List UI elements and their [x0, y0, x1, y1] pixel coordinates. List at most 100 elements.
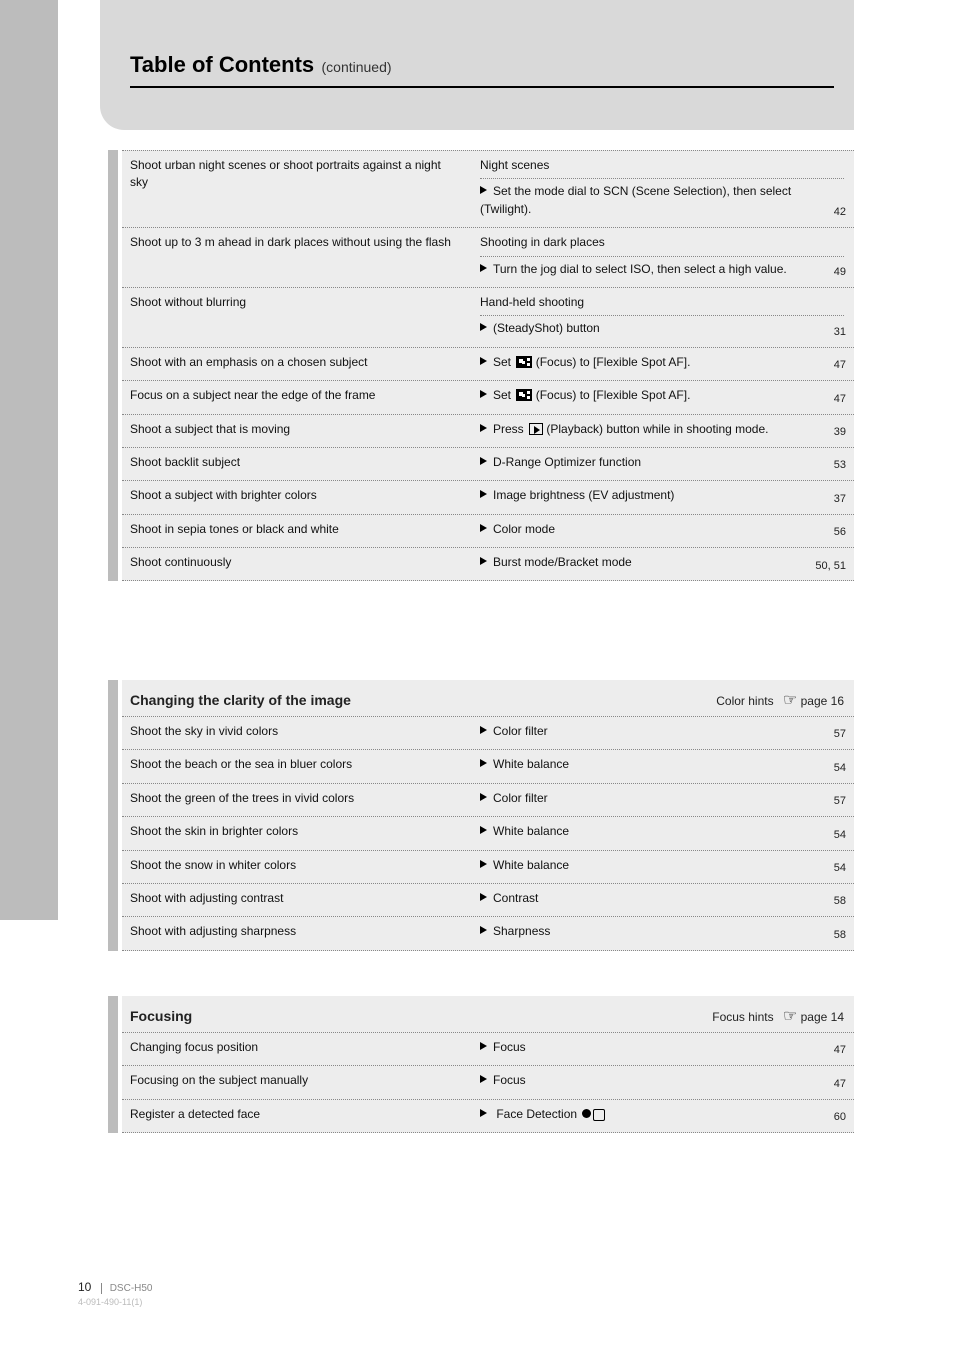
row-left-cell: Shoot continuously	[122, 548, 472, 580]
footer-page-number: 10 DSC-H50 4-091-490-11(1)	[78, 1280, 153, 1307]
table-row: Shoot a subject that is movingPress (Pla…	[122, 415, 854, 448]
row-right-line: Color filter	[480, 723, 844, 740]
row-left-cell: Shoot the green of the trees in vivid co…	[122, 784, 472, 816]
row-right-line: Burst mode/Bracket mode	[480, 554, 844, 571]
row-left-cell: Shoot with an emphasis on a chosen subje…	[122, 348, 472, 380]
page-ref: 54	[834, 828, 846, 844]
table-row: Shoot with an emphasis on a chosen subje…	[122, 348, 854, 381]
table-row: Shoot backlit subject D-Range Optimizer f…	[122, 448, 854, 481]
row-right-cell: Face Detection 60	[472, 1100, 854, 1132]
row-left-cell: Focusing on the subject manually	[122, 1066, 472, 1098]
table-row: Shoot a subject with brighter colorsImag…	[122, 481, 854, 514]
row-right-cell: Set (Focus) to [Flexible Spot AF].47	[472, 348, 854, 380]
arrow-icon	[480, 457, 487, 465]
arrow-icon	[480, 793, 487, 801]
row-right-cell: Focus47	[472, 1066, 854, 1098]
row-right-line: White balance	[480, 823, 844, 840]
row-left-cell: Shoot in sepia tones or black and white	[122, 515, 472, 547]
arrow-icon	[480, 390, 487, 398]
page-ref: 57	[834, 794, 846, 810]
row-text: White balance	[493, 757, 569, 771]
row-left-cell: Shoot a subject with brighter colors	[122, 481, 472, 513]
arrow-icon	[480, 264, 487, 272]
row-right-cell: White balance54	[472, 851, 854, 883]
hint-icon: ☞	[783, 692, 797, 709]
page-ref: 57	[834, 727, 846, 743]
row-text: (Focus) to [Flexible Spot AF].	[532, 388, 690, 402]
section-header-hint-text: Focus hints	[712, 1010, 777, 1024]
row-right-cell: Color filter57	[472, 717, 854, 749]
row-right-line: Shooting in dark places	[480, 234, 844, 256]
row-right-cell: Set (Focus) to [Flexible Spot AF].47	[472, 381, 854, 413]
row-text: Set	[493, 355, 514, 369]
row-left-cell: Shoot backlit subject	[122, 448, 472, 480]
row-right-cell: Image brightness (EV adjustment)37	[472, 481, 854, 513]
table-row: Shoot the skin in brighter colors White b…	[122, 817, 854, 850]
focusarea-icon	[516, 356, 532, 368]
block-body: Changing the clarity of the image Color h…	[122, 680, 854, 951]
page-ref: 60	[834, 1110, 846, 1126]
row-right-line: Set the mode dial to SCN (Scene Selectio…	[480, 183, 844, 218]
row-right-cell: Burst mode/Bracket mode 50, 51	[472, 548, 854, 580]
row-right-cell: Focus47	[472, 1033, 854, 1065]
table-row: Shoot continuouslyBurst mode/Bracket mod…	[122, 548, 854, 581]
title-row: Table of Contents (continued)	[130, 52, 834, 88]
page-ref: 37	[834, 492, 846, 508]
section-header-left: Focusing	[130, 1008, 192, 1024]
page-ref: 47	[834, 1043, 846, 1059]
page-ref: 42	[834, 205, 846, 221]
row-right-line: Color filter	[480, 790, 844, 807]
arrow-icon	[480, 490, 487, 498]
row-left-cell: Shoot with adjusting contrast	[122, 884, 472, 916]
block-accent-bar	[108, 150, 118, 581]
row-right-line: Hand-held shooting	[480, 294, 844, 316]
row-left-cell: Register a detected face	[122, 1100, 472, 1132]
arrow-icon	[480, 726, 487, 734]
row-right-line: Set (Focus) to [Flexible Spot AF].	[480, 354, 844, 371]
row-right-cell: Contrast 58	[472, 884, 854, 916]
table-row: Shoot urban night scenes or shoot portra…	[122, 150, 854, 228]
page-number: 10	[78, 1280, 91, 1294]
section-header-left: Changing the clarity of the image	[130, 692, 351, 708]
arrow-icon	[480, 524, 487, 532]
arrow-icon	[480, 557, 487, 565]
row-right-line: (SteadyShot) button	[480, 320, 844, 337]
hint-icon: ☞	[783, 1008, 797, 1025]
row-right-line: Press (Playback) button while in shootin…	[480, 421, 844, 438]
section-header-right: Color hints ☞ page 16	[716, 690, 844, 710]
page-ref: 50, 51	[815, 559, 846, 575]
row-text: Hand-held shooting	[480, 295, 584, 309]
page-ref: 58	[834, 894, 846, 910]
row-right-cell: Hand-held shooting(SteadyShot) button31	[472, 288, 854, 347]
row-right-line: D-Range Optimizer function	[480, 454, 844, 471]
arrow-icon	[480, 860, 487, 868]
row-left-cell: Shoot up to 3 m ahead in dark places wit…	[122, 228, 472, 287]
row-right-line: White balance	[480, 857, 844, 874]
table-row: Register a detected face Face Detection …	[122, 1100, 854, 1133]
section-header-right: Focus hints ☞ page 14	[712, 1006, 844, 1026]
page-ref: 39	[834, 425, 846, 441]
row-right-cell: Color mode56	[472, 515, 854, 547]
section-header-hint-text: Color hints	[716, 694, 777, 708]
section-block-2: Changing the clarity of the image Color h…	[108, 680, 854, 951]
row-left-cell: Shoot the skin in brighter colors	[122, 817, 472, 849]
row-text: Burst mode/Bracket mode	[493, 555, 632, 569]
table-row: Shoot with adjusting sharpnessSharpness5…	[122, 917, 854, 950]
table-row: Focusing on the subject manuallyFocus47	[122, 1066, 854, 1099]
section-header: Focusing Focus hints ☞ page 14	[122, 996, 854, 1032]
row-right-line: White balance	[480, 756, 844, 773]
page-ref: 54	[834, 861, 846, 877]
row-right-line: Image brightness (EV adjustment)	[480, 487, 844, 504]
table-row: Shoot in sepia tones or black and whiteC…	[122, 515, 854, 548]
arrow-icon	[480, 826, 487, 834]
block-body: FocusingFocus hints ☞ page 14Changing fo…	[122, 996, 854, 1133]
row-right-line: Set (Focus) to [Flexible Spot AF].	[480, 387, 844, 404]
row-right-cell: White balance54	[472, 750, 854, 782]
arrow-icon	[480, 759, 487, 767]
table-row: Shoot the beach or the sea in bluer colo…	[122, 750, 854, 783]
block-accent-bar	[108, 680, 118, 951]
block-body: Shoot urban night scenes or shoot portra…	[122, 150, 854, 581]
row-text: Contrast	[493, 891, 538, 905]
row-right-cell: Night scenesSet the mode dial to SCN (Sc…	[472, 151, 854, 227]
section-block-1: Shoot urban night scenes or shoot portra…	[108, 150, 854, 581]
